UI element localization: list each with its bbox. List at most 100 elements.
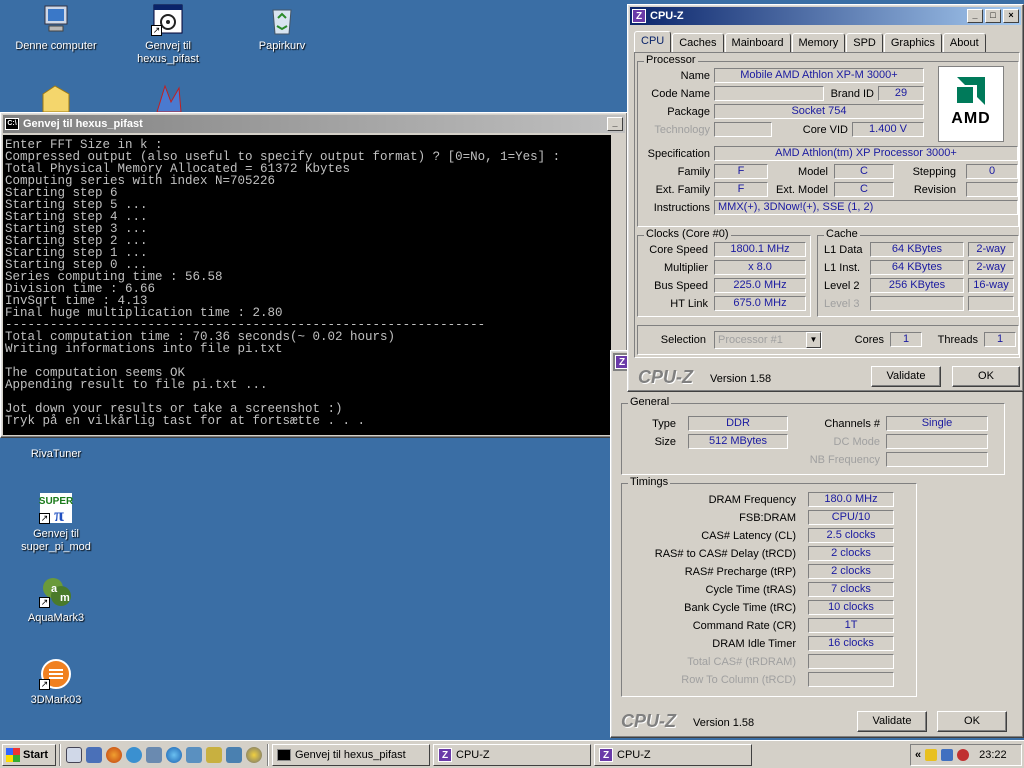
svg-text:π: π — [54, 505, 64, 524]
tab-cpu[interactable]: CPU — [634, 31, 672, 53]
validate-button[interactable]: Validate — [857, 711, 927, 732]
messenger-icon[interactable] — [126, 746, 142, 763]
spec-label: Specification — [647, 148, 710, 160]
settings-icon[interactable] — [226, 746, 242, 763]
task-cpuz-1[interactable]: Z CPU-Z — [433, 743, 591, 766]
multiplier-value: x 8.0 — [714, 260, 806, 275]
timing-label: Cycle Time (tRAS) — [705, 584, 796, 596]
desktop-icon-my-computer[interactable]: Denne computer — [6, 4, 106, 53]
timing-label: Command Rate (CR) — [692, 620, 796, 632]
shortcut-arrow-icon: ↗ — [39, 679, 50, 690]
window-title: CPU-Z — [650, 10, 684, 22]
task-label: Genvej til hexus_pifast — [295, 748, 406, 761]
memory-general-group: General Type DDR Size 512 MBytes Channel… — [621, 396, 1005, 475]
tab-spd[interactable]: SPD — [846, 33, 883, 53]
processor-select[interactable]: Processor #1 ▼ — [714, 331, 822, 349]
l1data-assoc: 2-way — [968, 242, 1014, 257]
desktop-icon-label: Genvej til — [145, 40, 191, 52]
maximize-button[interactable]: □ — [985, 9, 1001, 23]
console-app-icon — [277, 748, 291, 761]
tool-icon[interactable] — [186, 746, 202, 763]
network-tray-icon[interactable] — [941, 749, 954, 761]
stepping-label: Stepping — [912, 166, 956, 178]
l1inst-label: L1 Inst. — [824, 262, 861, 274]
minimize-button[interactable]: _ — [967, 9, 983, 23]
corevid-value: 1.400 V — [852, 122, 924, 137]
tray-expand-chevron[interactable]: « — [915, 749, 921, 761]
ok-button[interactable]: OK — [937, 711, 1007, 732]
minimize-button[interactable]: _ — [607, 117, 623, 131]
l1inst-assoc: 2-way — [968, 260, 1014, 275]
cpuz-cpu-window[interactable]: Z CPU-Z _ □ × CPU Caches Mainboard Memor… — [627, 4, 1024, 392]
tab-graphics[interactable]: Graphics — [883, 33, 942, 53]
camera-icon[interactable] — [206, 746, 222, 763]
tab-mainboard[interactable]: Mainboard — [724, 33, 791, 53]
close-button[interactable]: × — [1003, 9, 1019, 23]
l1data-value: 64 KBytes — [870, 242, 964, 257]
model-value: C — [834, 164, 894, 179]
chevron-down-icon[interactable]: ▼ — [806, 332, 821, 348]
codename-label: Code Name — [651, 88, 710, 100]
htlink-label: HT Link — [670, 298, 708, 310]
folder-icon — [39, 82, 73, 114]
super-pi-icon: SUPER π ↗ — [39, 492, 74, 525]
dcmode-value — [886, 434, 988, 449]
desktop-icon-aquamark[interactable]: am ↗ AquaMark3 — [6, 576, 106, 625]
memory-timings-group: Timings DRAM Frequency 180.0 MHz FSB:DRAM C… — [621, 476, 917, 697]
cpuz-cpu-titlebar[interactable]: Z CPU-Z _ □ × — [630, 7, 1021, 25]
task-cpuz-2[interactable]: Z CPU-Z — [594, 743, 752, 766]
tab-memory[interactable]: Memory — [791, 33, 846, 53]
nbfreq-value — [886, 452, 988, 467]
console-titlebar[interactable]: C:\ Genvej til hexus_pifast _ — [3, 115, 625, 133]
tab-about[interactable]: About — [942, 33, 986, 53]
corevid-label: Core VID — [802, 124, 848, 136]
group-title: Clocks (Core #0) — [644, 228, 731, 240]
size-value: 512 MBytes — [688, 434, 788, 449]
show-desktop-icon[interactable] — [66, 746, 82, 763]
threads-label: Threads — [937, 334, 978, 346]
start-button[interactable]: Start — [2, 743, 56, 766]
desktop-icon-label: 3DMark03 — [30, 694, 82, 706]
task-console[interactable]: Genvej til hexus_pifast — [272, 743, 430, 766]
level2-label: Level 2 — [824, 280, 860, 292]
desktop-icon-super-pi[interactable]: SUPER π ↗ Genvej til super_pi_mod — [6, 492, 106, 554]
application-icon: ↗ — [151, 4, 185, 36]
tab-caches[interactable]: Caches — [672, 33, 724, 53]
ok-button[interactable]: OK — [952, 366, 1020, 387]
network-icon[interactable] — [146, 746, 162, 763]
taskbar-separator — [59, 743, 61, 766]
validate-button[interactable]: Validate — [871, 366, 941, 387]
desktop-icon-rivatuner[interactable]: RivaTuner — [6, 436, 106, 461]
media-player-icon[interactable] — [86, 746, 102, 763]
application-icon — [151, 82, 185, 114]
cpuz-app-icon: Z — [438, 747, 452, 762]
recycle-bin-icon — [265, 4, 299, 36]
amd-logo-text: AMD — [951, 110, 991, 127]
console-window[interactable]: C:\ Genvej til hexus_pifast _ Enter FFT … — [0, 112, 628, 438]
desktop-icon-label: hexus_pifast — [137, 53, 199, 65]
timing-value: 2 clocks — [808, 546, 894, 561]
antivirus-icon[interactable] — [957, 749, 970, 761]
cache-group: Cache L1 Data 64 KBytes 2-way L1 Inst. 6… — [817, 228, 1019, 317]
firefox-icon[interactable] — [106, 746, 122, 763]
type-value: DDR — [688, 416, 788, 431]
desktop-icon-hexus-pifast[interactable]: ↗ Genvej til hexus_pifast — [118, 4, 218, 66]
player-icon[interactable] — [246, 746, 262, 763]
level3-value — [870, 296, 964, 311]
clock[interactable]: 23:22 — [979, 749, 1007, 761]
group-title: Timings — [628, 476, 671, 488]
model-label: Model — [798, 166, 828, 178]
spec-value: AMD Athlon(tm) XP Processor 3000+ — [714, 146, 1018, 161]
internet-explorer-icon[interactable] — [166, 746, 182, 763]
console-output[interactable]: Enter FFT Size in k : Compressed output … — [3, 135, 611, 435]
security-shield-icon[interactable] — [925, 749, 938, 761]
level3-assoc — [968, 296, 1014, 311]
desktop-icon-recycle-bin[interactable]: Papirkurv — [232, 4, 332, 53]
shortcut-arrow-icon: ↗ — [151, 25, 162, 36]
desktop-icon-3dmark03[interactable]: ↗ 3DMark03 — [6, 658, 106, 707]
cpuz-memory-window[interactable]: Z General Type DDR Size 512 MBytes Chann… — [610, 350, 1024, 738]
desktop-icon-label: Papirkurv — [258, 40, 306, 52]
size-label: Size — [654, 436, 676, 448]
group-title: Cache — [824, 228, 860, 240]
cpuz-app-icon: Z — [632, 9, 646, 23]
